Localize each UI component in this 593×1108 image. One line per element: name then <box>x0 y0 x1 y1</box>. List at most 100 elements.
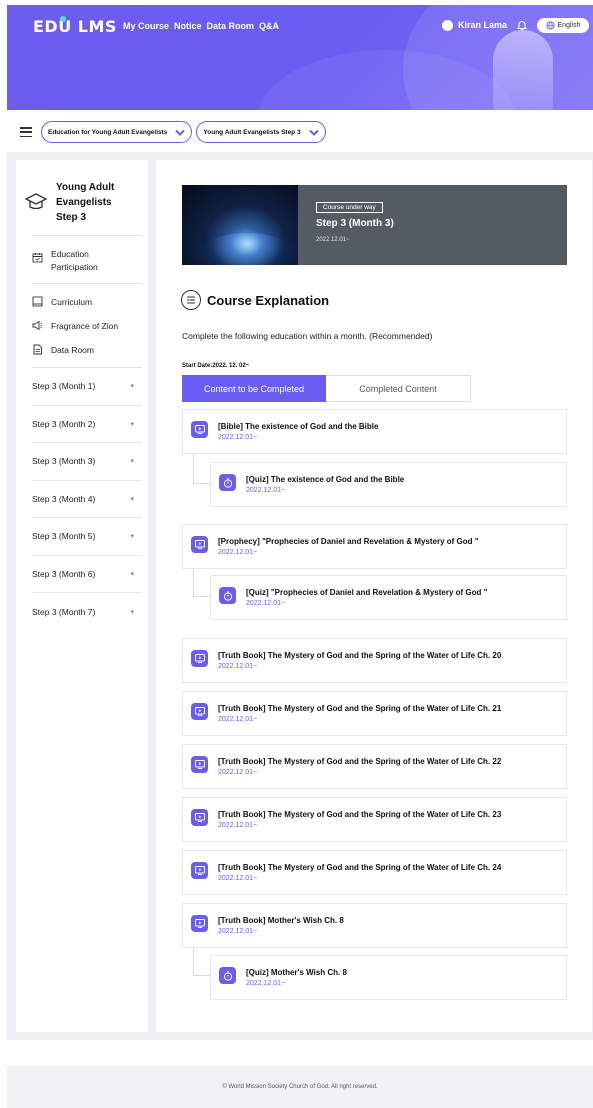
video-icon <box>191 862 208 879</box>
book-icon <box>32 296 43 307</box>
quiz-icon <box>219 967 236 984</box>
content-item-video[interactable]: [Truth Book] The Mystery of God and the … <box>182 638 567 683</box>
copyright-text: © World Mission Society Church of God. A… <box>222 1084 378 1090</box>
video-icon <box>191 809 208 826</box>
step-select[interactable]: Young Adult Evangelists Step 3 <box>196 121 326 143</box>
section-title: Course Explanation <box>207 292 330 308</box>
user-menu[interactable]: Kiran Lama <box>442 19 528 31</box>
content-title: [Truth Book] The Mystery of God and the … <box>218 863 502 872</box>
chevron-down-icon: ▾ <box>130 570 134 578</box>
sidebar-step-month-6[interactable]: Step 3 (Month 6) ▾ <box>32 556 142 593</box>
video-icon <box>191 703 208 720</box>
banner-info: Course under way Step 3 (Month 3) 2022.1… <box>298 185 567 265</box>
video-icon <box>191 650 208 667</box>
content-item-video[interactable]: [Truth Book] The Mystery of God and the … <box>182 850 567 895</box>
tab-content-to-be-completed[interactable]: Content to be Completed <box>182 375 326 402</box>
content-item-quiz[interactable]: [Quiz] The existence of God and the Bibl… <box>210 462 567 507</box>
content-item-video[interactable]: [Truth Book] The Mystery of God and the … <box>182 691 567 736</box>
logo-text: EDU LMS <box>33 17 117 36</box>
content-date: 2022.12.01~ <box>218 549 258 556</box>
banner-title: Step 3 (Month 3) <box>316 218 394 229</box>
tree-connector <box>193 569 210 597</box>
tree-connector <box>193 948 210 976</box>
content-item-video[interactable]: [Truth Book] The Mystery of God and the … <box>182 797 567 842</box>
step-label: Step 3 (Month 3) <box>32 456 96 467</box>
sidebar-item-education-participation[interactable]: Education Participation <box>32 248 111 274</box>
menu-icon[interactable] <box>20 127 32 137</box>
content-title: [Truth Book] The Mystery of God and the … <box>218 704 502 713</box>
content-title: [Truth Book] The Mystery of God and the … <box>218 651 502 660</box>
chevron-down-icon: ▾ <box>130 383 134 391</box>
content-title: [Bible] The existence of God and the Bib… <box>218 422 379 431</box>
sidebar-step-month-5[interactable]: Step 3 (Month 5) ▾ <box>32 518 142 556</box>
bell-icon[interactable] <box>516 19 528 31</box>
content-date: 2022.12.01~ <box>218 822 258 829</box>
step-label: Step 3 (Month 1) <box>32 381 96 392</box>
divider <box>32 235 142 236</box>
content-title: [Quiz] The existence of God and the Bibl… <box>246 475 405 484</box>
course-select-label: Education for Young Adult Evangelists <box>48 128 168 136</box>
video-icon <box>191 536 208 553</box>
nav-qa[interactable]: Q&A <box>259 21 279 31</box>
step-label: Step 3 (Month 6) <box>32 568 96 579</box>
content-title: [Truth Book] The Mystery of God and the … <box>218 757 502 766</box>
step-label: Step 3 (Month 7) <box>32 606 96 617</box>
user-name: Kiran Lama <box>458 20 508 30</box>
sidebar-step-month-3[interactable]: Step 3 (Month 3) ▾ <box>32 443 142 481</box>
step-label: Step 3 (Month 2) <box>32 418 96 429</box>
chevron-down-icon: ▾ <box>130 458 134 466</box>
footer: © World Mission Society Church of God. A… <box>7 1066 593 1108</box>
sidebar-item-data-room[interactable]: Data Room <box>32 344 94 357</box>
sidebar-item-label: Data Room <box>51 345 94 355</box>
language-button[interactable]: English <box>537 18 589 33</box>
nav-notice[interactable]: Notice <box>174 21 202 31</box>
chevron-down-icon <box>307 125 321 139</box>
content-item-quiz[interactable]: [Quiz] Mother's Wish Ch. 8 2022.12.01~ <box>210 955 567 1000</box>
calendar-icon <box>32 253 43 263</box>
step-label: Step 3 (Month 5) <box>32 531 96 542</box>
content-item-video[interactable]: [Bible] The existence of God and the Bib… <box>182 409 567 454</box>
content-date: 2022.12.01~ <box>218 716 258 723</box>
sidebar-title-text: Young Adult Evangelists Step 3 <box>56 182 115 223</box>
banner-date: 2022.12.01~ <box>316 237 350 243</box>
nav-data-room[interactable]: Data Room <box>207 21 255 31</box>
video-icon <box>191 756 208 773</box>
sidebar-item-label: Curriculum <box>51 297 93 307</box>
video-icon <box>191 915 208 932</box>
divider <box>32 283 142 284</box>
course-explanation-heading: Course Explanation <box>181 290 329 310</box>
step-label: Step 3 (Month 4) <box>32 493 96 504</box>
sidebar-step-month-7[interactable]: Step 3 (Month 7) ▾ <box>32 593 142 631</box>
status-badge: Course under way <box>316 202 383 213</box>
main-nav: My Course Notice Data Room Q&A <box>123 21 279 31</box>
content-item-video[interactable]: [Truth Book] Mother's Wish Ch. 8 2022.12… <box>182 903 567 948</box>
content-tabs: Content to be Completed Completed Conten… <box>182 375 471 402</box>
content-date: 2022.12.01~ <box>218 663 258 670</box>
content-item-quiz[interactable]: [Quiz] "Prophecies of Daniel and Revelat… <box>210 575 567 620</box>
sidebar-step-month-2[interactable]: Step 3 (Month 2) ▾ <box>32 406 142 443</box>
sidebar-title: Young Adult Evangelists Step 3 <box>24 180 142 225</box>
avatar <box>442 19 453 31</box>
sidebar-step-month-4[interactable]: Step 3 (Month 4) ▾ <box>32 481 142 518</box>
chevron-down-icon <box>173 125 187 139</box>
sidebar-item-fragrance-of-zion[interactable]: Fragrance of Zion <box>32 320 118 333</box>
chevron-down-icon: ▾ <box>130 420 134 428</box>
content-item-video[interactable]: [Prophecy] "Prophecies of Daniel and Rev… <box>182 524 567 569</box>
header-decoration <box>493 30 553 110</box>
status-badge-text: Course under way <box>323 204 376 211</box>
chevron-down-icon: ▾ <box>130 495 134 503</box>
tree-connector <box>193 454 210 484</box>
chevron-down-icon: ▾ <box>130 533 134 541</box>
explanation-description: Complete the following education within … <box>182 331 433 341</box>
content-title: [Truth Book] The Mystery of God and the … <box>218 810 502 819</box>
content-date: 2022.12.01~ <box>246 600 286 607</box>
logo-dot <box>60 16 66 22</box>
content-item-video[interactable]: [Truth Book] The Mystery of God and the … <box>182 744 567 789</box>
sidebar-step-month-1[interactable]: Step 3 (Month 1) ▾ <box>32 368 142 406</box>
content-title: [Quiz] "Prophecies of Daniel and Revelat… <box>246 588 488 597</box>
course-select[interactable]: Education for Young Adult Evangelists <box>41 121 193 143</box>
logo[interactable]: EDU LMS <box>33 16 117 36</box>
nav-my-course[interactable]: My Course <box>123 21 169 31</box>
sidebar-item-curriculum[interactable]: Curriculum <box>32 296 92 309</box>
tab-completed-content[interactable]: Completed Content <box>326 375 471 402</box>
